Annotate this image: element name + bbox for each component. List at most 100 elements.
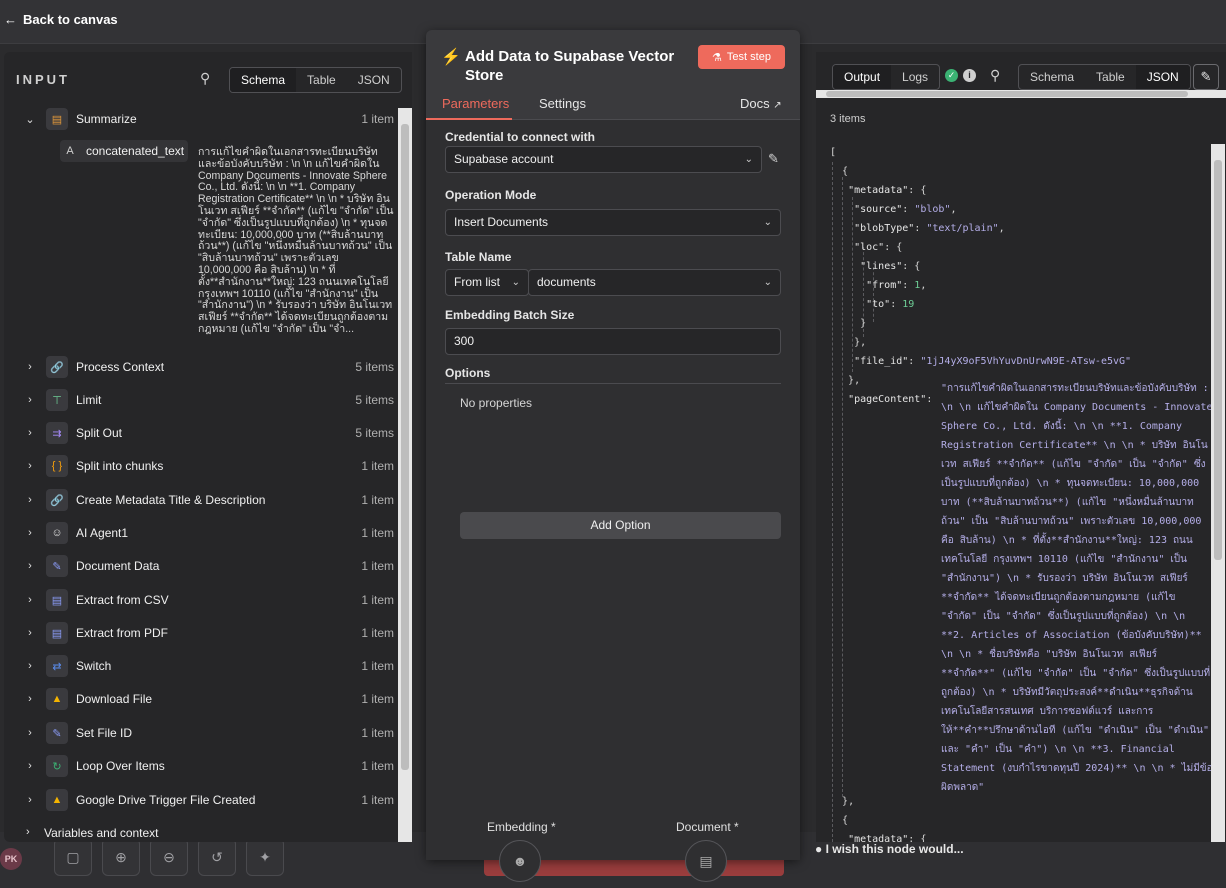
search-icon[interactable]: ⚲ xyxy=(200,70,210,87)
tab-parameters[interactable]: Parameters xyxy=(442,96,509,111)
tab-logs[interactable]: Logs xyxy=(891,65,939,89)
tab-settings[interactable]: Settings xyxy=(539,96,586,111)
cleanup-icon[interactable]: ✦ xyxy=(246,838,284,876)
docs-link[interactable]: Docs ↗ xyxy=(740,96,782,111)
batch-label: Embedding Batch Size xyxy=(445,308,575,322)
batch-size-input[interactable]: 300 xyxy=(445,328,781,355)
tab-table[interactable]: Table xyxy=(1085,65,1136,89)
robot-icon: ☺ xyxy=(46,522,68,544)
zoom-out-icon[interactable]: ⊖ xyxy=(150,838,188,876)
credential-select[interactable]: Supabase account ⌄ xyxy=(445,146,762,173)
chevron-right-icon: › xyxy=(28,527,32,539)
loop-icon: ↻ xyxy=(46,755,68,777)
node-row[interactable]: › ⇄ Switch 1 item xyxy=(4,651,398,681)
tab-schema[interactable]: Schema xyxy=(230,68,297,92)
tab-json[interactable]: JSON xyxy=(1135,65,1190,89)
embedding-connector-icon[interactable]: ☻ xyxy=(499,840,541,882)
node-row[interactable]: › ☺ AI Agent1 1 item xyxy=(4,518,398,548)
variables-and-context[interactable]: Variables and context xyxy=(44,826,159,840)
feedback-link[interactable]: ● I wish this node would... xyxy=(815,842,964,856)
node-title: Add Data to Supabase Vector Store xyxy=(465,48,675,84)
summarize-icon: ▤ xyxy=(46,108,68,130)
canvas-controls: ▢ ⊕ ⊖ ↺ ✦ xyxy=(54,838,284,876)
json-view: [ { "metadata": { "source": "blob", "blo… xyxy=(830,147,1132,405)
output-panel: Output Logs ✓ i ⚲ Schema Table JSON ✎ 3 … xyxy=(816,52,1226,842)
tab-output[interactable]: Output xyxy=(833,65,892,89)
field-value: การแก้ไขคำผิดในเอกสารทะเบียนบริษัทและข้อ… xyxy=(198,146,394,335)
input-scrollbar-thumb[interactable] xyxy=(401,124,409,770)
back-to-canvas-button[interactable]: ← Back to canvas xyxy=(4,12,118,27)
search-icon[interactable]: ⚲ xyxy=(990,67,1000,84)
node-row[interactable]: › ⇉ Split Out 5 items xyxy=(4,418,398,448)
code-icon: { } xyxy=(46,455,68,477)
chevron-right-icon: › xyxy=(28,560,32,572)
node-row[interactable]: › ▲ Google Drive Trigger File Created 1 ite… xyxy=(4,785,398,815)
lightbulb-icon: ● xyxy=(815,842,823,856)
tab-schema[interactable]: Schema xyxy=(1019,65,1085,89)
output-view-tabs: Schema Table JSON xyxy=(1018,64,1191,90)
table-source-select[interactable]: From list ⌄ xyxy=(445,269,529,296)
node-panel: ⚡ Add Data to Supabase Vector Store ⚗ Te… xyxy=(426,30,800,882)
chevron-right-icon: › xyxy=(28,660,32,672)
chevron-right-icon: › xyxy=(28,427,32,439)
document-label: Document * xyxy=(676,820,739,834)
file-icon: ▤ xyxy=(46,589,68,611)
pencil-icon: ✎ xyxy=(46,555,68,577)
chevron-right-icon: › xyxy=(28,394,32,406)
node-row[interactable]: › 🔗 Create Metadata Title & Description 1 i… xyxy=(4,485,398,515)
embedding-label: Embedding * xyxy=(487,820,556,834)
chevron-right-icon: › xyxy=(28,594,32,606)
node-row[interactable]: › ↻ Loop Over Items 1 item xyxy=(4,751,398,781)
test-step-button[interactable]: ⚗ Test step xyxy=(698,45,785,69)
flask-icon: ⚗ xyxy=(712,51,722,64)
operation-mode-select[interactable]: Insert Documents ⌄ xyxy=(445,209,781,236)
chevron-right-icon: › xyxy=(26,826,30,838)
chevron-right-icon: › xyxy=(28,727,32,739)
horizontal-scrollbar-thumb[interactable] xyxy=(826,91,1188,97)
info-icon[interactable]: i xyxy=(963,69,976,82)
chevron-right-icon: › xyxy=(28,794,32,806)
node-row[interactable]: › ✎ Document Data 1 item xyxy=(4,551,398,581)
field-pill[interactable]: A concatenated_text xyxy=(60,140,188,162)
node-row-summarize[interactable]: ⌄ ▤ Summarize 1 item xyxy=(4,104,398,134)
edit-credential-icon[interactable]: ✎ xyxy=(768,151,779,167)
input-header: INPUT xyxy=(16,72,70,87)
zoom-in-icon[interactable]: ⊕ xyxy=(102,838,140,876)
node-row[interactable]: ›{ } Split into chunks 1 item xyxy=(4,451,398,481)
page-content-value: "การแก้ไขคำผิดในเอกสารทะเบียนบริษัทและข้… xyxy=(941,383,1213,793)
drive-icon: ▲ xyxy=(46,688,68,710)
node-row[interactable]: › ▲ Download File 1 item xyxy=(4,684,398,714)
chevron-right-icon: › xyxy=(28,361,32,373)
node-row[interactable]: › ▤ Extract from CSV 1 item xyxy=(4,585,398,615)
document-connector-icon[interactable]: ▤ xyxy=(685,840,727,882)
chevron-right-icon: › xyxy=(28,494,32,506)
node-row[interactable]: › ⊤ Limit 5 items xyxy=(4,385,398,415)
chevron-down-icon: ⌄ xyxy=(763,277,772,288)
node-row[interactable]: › 🔗 Process Context 5 items xyxy=(4,352,398,382)
chevron-right-icon: › xyxy=(28,693,32,705)
switch-icon: ⇄ xyxy=(46,655,68,677)
node-row[interactable]: › ▤ Extract from PDF 1 item xyxy=(4,618,398,648)
file-icon: ▤ xyxy=(46,622,68,644)
table-name-select[interactable]: documents ⌄ xyxy=(528,269,781,296)
chevron-down-icon: ⌄ xyxy=(744,154,753,165)
tab-json[interactable]: JSON xyxy=(347,68,401,92)
json-view-tail: }, { "metadata": { xyxy=(842,796,927,842)
text-type-icon: A xyxy=(66,145,74,157)
item-count: 3 items xyxy=(830,113,866,125)
node-row[interactable]: › ✎ Set File ID 1 item xyxy=(4,718,398,748)
supabase-icon: ⚡ xyxy=(441,49,461,66)
parameters-body: Credential to connect with Supabase acco… xyxy=(426,120,800,860)
output-scrollbar-thumb[interactable] xyxy=(1214,160,1222,560)
edit-output-icon[interactable]: ✎ xyxy=(1193,64,1219,90)
add-option-button[interactable]: Add Option xyxy=(460,512,781,539)
tab-table[interactable]: Table xyxy=(296,68,347,92)
avatar[interactable]: PK xyxy=(0,848,22,870)
undo-icon[interactable]: ↺ xyxy=(198,838,236,876)
fit-view-icon[interactable]: ▢ xyxy=(54,838,92,876)
mode-label: Operation Mode xyxy=(445,188,537,202)
chevron-down-icon: ⌄ xyxy=(25,113,35,126)
table-label: Table Name xyxy=(445,250,512,264)
pencil-icon: ✎ xyxy=(46,722,68,744)
input-view-tabs: Schema Table JSON xyxy=(229,67,402,93)
